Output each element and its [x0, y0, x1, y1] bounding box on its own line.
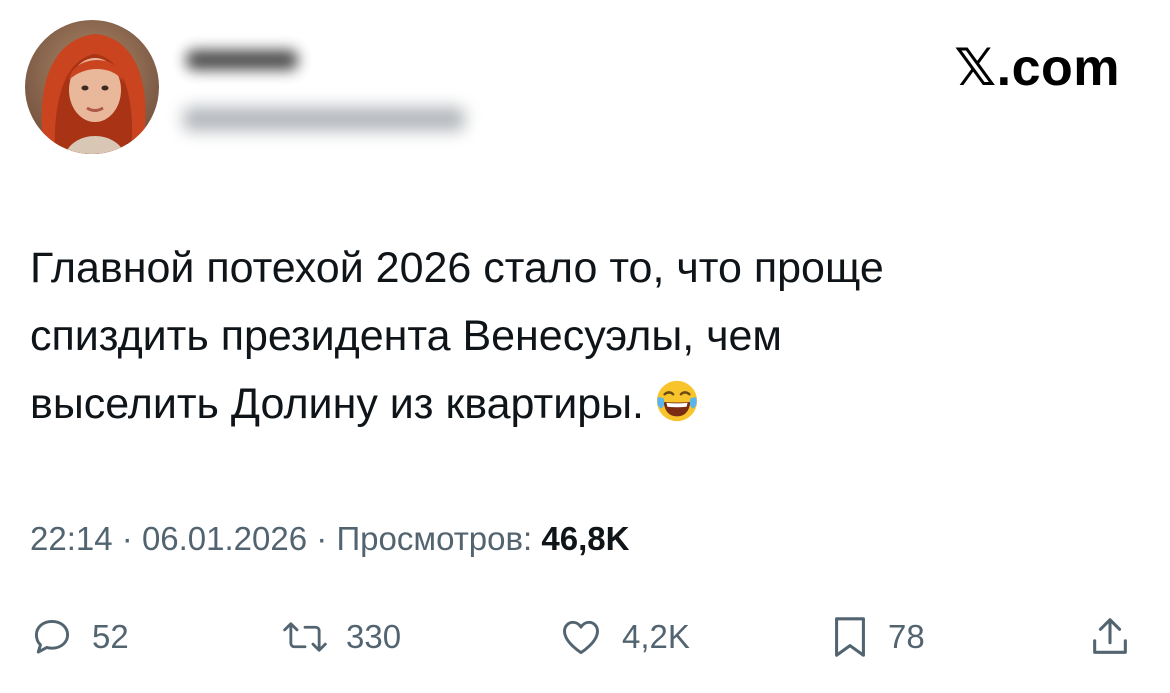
bookmark-icon	[835, 617, 865, 657]
views-count: 46,8K	[541, 520, 630, 557]
meta-separator: ·	[316, 520, 328, 557]
bookmark-button[interactable]: 78	[830, 612, 925, 662]
repost-count: 330	[346, 618, 402, 655]
profile-photo-icon	[25, 20, 159, 154]
tweet-time[interactable]: 22:14	[30, 520, 113, 557]
reply-count: 52	[92, 618, 129, 655]
tweet-actions: 52 330 4,2K 78	[30, 612, 1140, 662]
tweet-line-last: выселить Долину из квартиры.	[30, 370, 1110, 438]
x-com-logo: 𝕏.com	[954, 38, 1120, 98]
face-with-tears-of-joy-icon	[656, 380, 698, 422]
share-icon	[1093, 618, 1127, 654]
share-button[interactable]	[1090, 612, 1130, 662]
reply-button[interactable]: 52	[30, 612, 129, 662]
views-label: Просмотров:	[336, 520, 533, 557]
tweet-date[interactable]: 06.01.2026	[142, 520, 307, 557]
meta-separator: ·	[121, 520, 133, 557]
tweet-line: спиздить президента Венесуэлы, чем	[30, 312, 782, 360]
bookmark-count: 78	[888, 618, 925, 655]
tweet-text: Главной потехой 2026 стало то, что проще…	[30, 234, 1110, 438]
heart-icon	[563, 620, 599, 655]
x-logo-icon: 𝕏	[954, 38, 997, 98]
repost-icon	[283, 622, 327, 652]
reply-icon	[34, 619, 70, 654]
like-count: 4,2K	[622, 618, 690, 655]
tweet-meta: 22:14 · 06.01.2026 · Просмотров: 46,8K	[30, 520, 629, 558]
blurred-username	[183, 107, 465, 131]
avatar[interactable]	[25, 20, 159, 154]
blurred-display-name	[186, 50, 298, 70]
like-button[interactable]: 4,2K	[558, 612, 690, 662]
tweet-line: Главной потехой 2026 стало то, что проще	[30, 244, 884, 292]
repost-button[interactable]: 330	[282, 612, 401, 662]
